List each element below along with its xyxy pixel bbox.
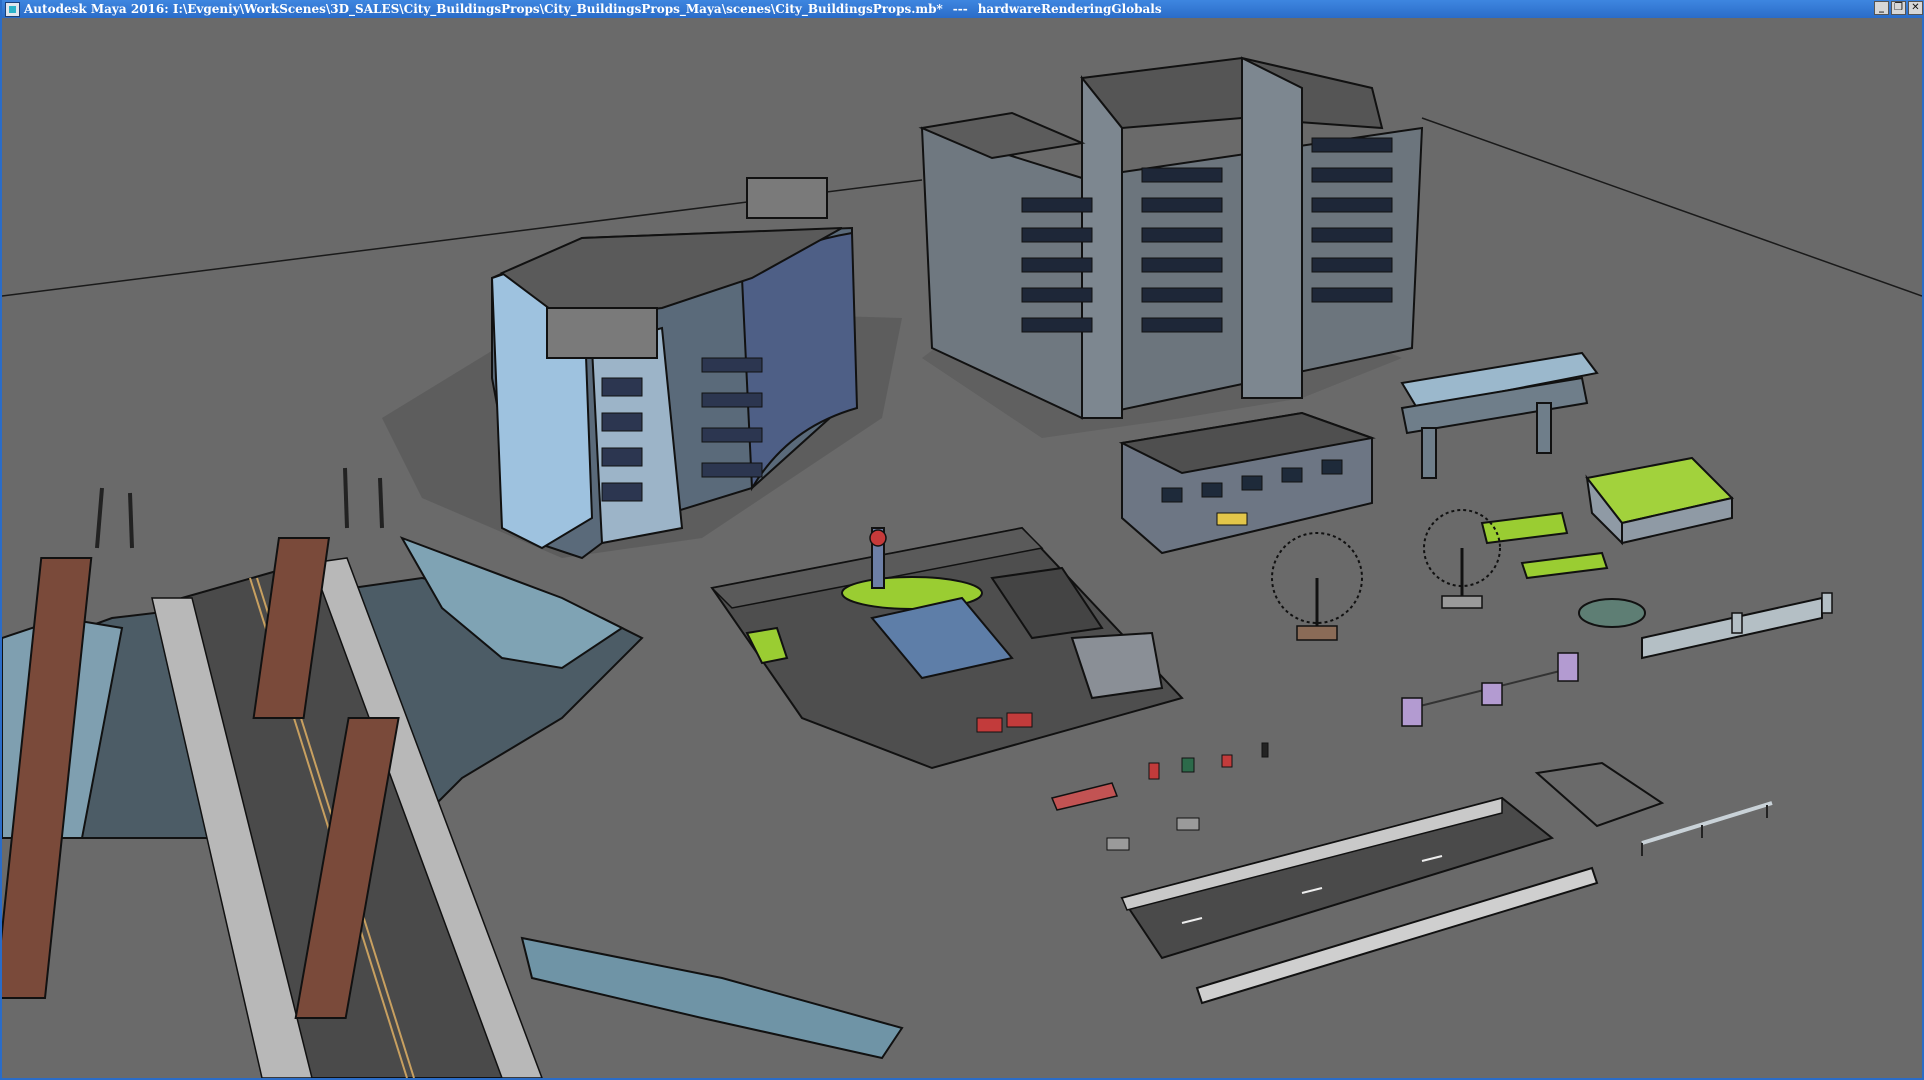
3d-viewport[interactable]	[2, 18, 1922, 1078]
curved-office-building[interactable]	[490, 177, 859, 560]
title-separator: ---	[952, 2, 968, 16]
title-bar[interactable]: Autodesk Maya 2016: I:\Evgeniy\WorkScene…	[2, 0, 1924, 18]
maya-app-icon[interactable]	[5, 1, 20, 17]
tree[interactable]	[1271, 532, 1363, 641]
maya-window: Autodesk Maya 2016: I:\Evgeniy\WorkScene…	[0, 0, 1924, 1080]
ground-axis-line	[1421, 117, 1922, 297]
bollards[interactable]	[1401, 652, 1579, 727]
window-controls: _ ❐ ✕	[1874, 1, 1923, 15]
close-button[interactable]: ✕	[1908, 1, 1923, 15]
window-title: Autodesk Maya 2016: I:\Evgeniy\WorkScene…	[24, 2, 943, 16]
round-plaza-decor[interactable]	[1578, 598, 1646, 628]
scene-render	[2, 56, 1922, 1078]
elevated-walkway[interactable]	[1400, 351, 1599, 479]
pavement-tile[interactable]	[1534, 761, 1665, 828]
green-roof-kiosk[interactable]	[1585, 456, 1734, 546]
minimize-button[interactable]: _	[1874, 1, 1889, 15]
gas-station[interactable]	[710, 526, 1184, 770]
bench[interactable]	[1050, 782, 1119, 811]
bridge[interactable]	[2, 467, 904, 1078]
fence[interactable]	[1641, 592, 1833, 660]
guard-rail[interactable]	[1641, 801, 1773, 856]
panel-name: hardwareRenderingGlobals	[977, 2, 1162, 16]
street-props[interactable]	[1106, 742, 1269, 851]
restore-button[interactable]: ❐	[1891, 1, 1906, 15]
grass-planter[interactable]	[1520, 551, 1609, 580]
two-story-shop[interactable]	[1118, 411, 1376, 555]
